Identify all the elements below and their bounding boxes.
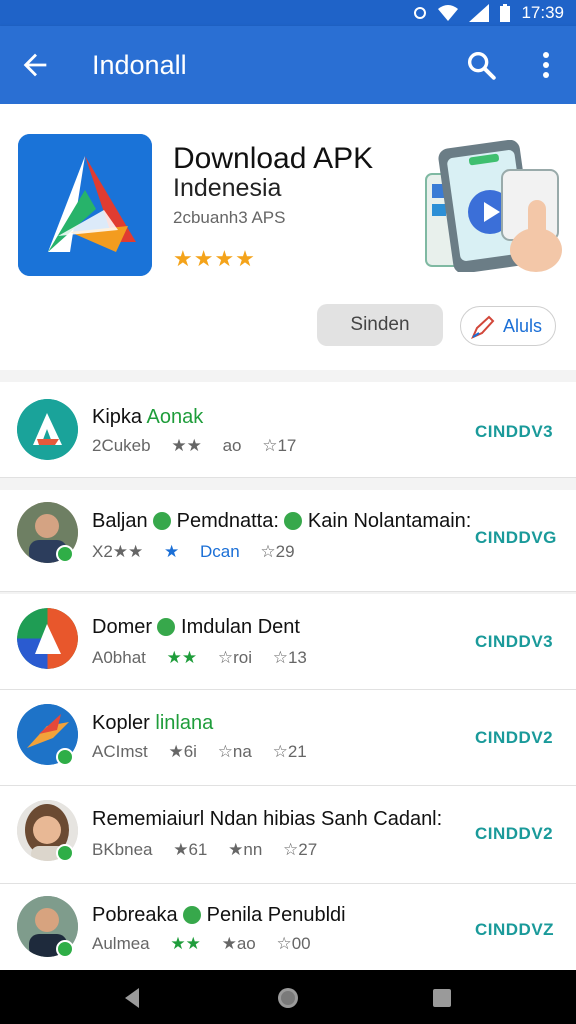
list-item-title-part: Rememiaiurl Ndan hibias Sanh Cadanl: <box>92 808 443 830</box>
list-item-meta-2: ★nn <box>228 840 263 859</box>
list-item-title-part: Pemdnatta: <box>176 510 279 532</box>
list-item-meta-3: ☆21 <box>272 742 307 761</box>
list-item-title-part: linlana <box>155 712 214 734</box>
list-item[interactable]: Domer Imdulan Dent A0bhat ★★ ☆roi ☆13 CIN… <box>0 594 576 690</box>
nav-back-icon[interactable] <box>121 986 145 1010</box>
list-item-meta-2: Dcan <box>200 542 240 561</box>
verified-icon <box>56 748 74 766</box>
install-button[interactable]: CINDDVZ <box>475 920 554 940</box>
install-button[interactable]: CINDDV2 <box>475 728 553 748</box>
featured-app-rating: ★★★★ <box>173 246 256 271</box>
featured-app-title: Download APK <box>173 142 374 175</box>
list-item-meta-3: ☆17 <box>262 436 297 455</box>
list-item[interactable]: Baljan Pemdnatta: Kain Nolantamain: X2★★ ★… <box>0 490 576 592</box>
list-item-meta-3: ☆13 <box>272 648 307 667</box>
install-button[interactable]: CINDDVG <box>475 528 557 548</box>
install-button[interactable]: CINDDV3 <box>475 422 553 442</box>
list-item-title-part: Baljan <box>92 510 148 532</box>
featured-app-subtitle: Indenesia <box>173 174 282 202</box>
list-item-meta-1: ★★ <box>171 436 202 455</box>
list-item[interactable]: Pobreaka Penila Penubldi Aulmea ★★ ★ao ☆0… <box>0 884 576 970</box>
list-item-meta-0: A0bhat <box>92 648 146 667</box>
list-item-meta-0: X2★★ <box>92 542 144 561</box>
list-item-meta-1: ★★ <box>170 934 201 953</box>
list-item-title-part: Aonak <box>146 406 204 428</box>
list-item-meta-1: ★★ <box>166 648 198 667</box>
nav-recents-icon[interactable] <box>430 986 454 1010</box>
verified-icon <box>56 940 74 958</box>
list-item-meta: 2Cukeb ★★ ao ☆17 <box>92 436 312 456</box>
list-item[interactable]: Kopler linlana ACImst ★6i ☆na ☆21 CINDDV… <box>0 690 576 786</box>
list-item-title-part: Kipka <box>92 406 143 428</box>
list-item-meta-0: 2Cukeb <box>92 436 151 455</box>
verified-icon <box>152 512 171 530</box>
list-item-meta-2: ☆roi <box>217 648 252 667</box>
list-item-title: Pobreaka Penila Penubldi <box>92 904 346 927</box>
list-item-meta: A0bhat ★★ ☆roi ☆13 <box>92 648 323 668</box>
secondary-button[interactable]: Aluls <box>460 306 556 346</box>
list-item-meta-2: ☆na <box>217 742 252 761</box>
list-item-meta: X2★★ ★ Dcan ☆29 <box>92 542 311 562</box>
list-item-title-part: Pobreaka <box>92 904 178 926</box>
list-item-title-part: Domer <box>92 616 153 638</box>
verified-icon <box>283 512 302 530</box>
list-item-meta-1: ★ <box>164 542 180 561</box>
list-item-title: Domer Imdulan Dent <box>92 616 300 639</box>
status-icons: 17:39 <box>413 3 564 23</box>
list-item-meta: ACImst ★6i ☆na ☆21 <box>92 742 323 762</box>
list-item-title: Kipka Aonak <box>92 406 203 429</box>
list-item-meta: BKbnea ★61 ★nn ☆27 <box>92 840 333 860</box>
list-item-meta: Aulmea ★★ ★ao ☆00 <box>92 934 327 954</box>
list-item[interactable]: Rememiaiurl Ndan hibias Sanh Cadanl: BKb… <box>0 786 576 884</box>
list-item-title: Baljan Pemdnatta: Kain Nolantamain: <box>92 510 471 533</box>
list-item-title-part: Penila Penubldi <box>206 904 346 926</box>
verified-icon <box>182 906 201 924</box>
list-item-meta-0: ACImst <box>92 742 148 761</box>
verified-icon <box>157 618 176 636</box>
featured-app-card: Download APK Indenesia 2cbuanh3 APS ★★★★… <box>0 104 576 370</box>
search-icon[interactable] <box>464 48 498 82</box>
back-arrow-icon[interactable] <box>18 48 52 82</box>
list-item-title: Kopler linlana <box>92 712 213 735</box>
verified-icon <box>56 844 74 862</box>
more-vert-icon[interactable] <box>534 48 558 82</box>
list-item-title: Rememiaiurl Ndan hibias Sanh Cadanl: <box>92 808 442 831</box>
status-time: 17:39 <box>521 3 564 22</box>
promo-image <box>424 139 564 274</box>
nav-home-icon[interactable] <box>276 986 300 1010</box>
app-bar-title: Indonall <box>92 50 187 80</box>
wifi-icon <box>438 5 459 21</box>
list-item-meta-3: ☆00 <box>276 934 311 953</box>
app-icon <box>17 608 78 669</box>
pen-icon <box>471 315 495 339</box>
signal-icon <box>469 4 490 22</box>
primary-button[interactable]: Sinden <box>317 304 443 346</box>
verified-icon <box>56 545 74 563</box>
battery-icon <box>500 4 511 22</box>
list-item-meta-1: ★61 <box>173 840 208 859</box>
list-item-meta-0: BKbnea <box>92 840 153 859</box>
install-button[interactable]: CINDDV2 <box>475 824 553 844</box>
featured-app-icon[interactable] <box>18 134 152 276</box>
list-item-title-part: Kopler <box>92 712 150 734</box>
featured-app-meta: 2cbuanh3 APS <box>173 208 286 227</box>
app-icon <box>17 399 78 460</box>
list-item-title-part: Kain Nolantamain: <box>307 510 472 532</box>
list-item-meta-2: ★ao <box>221 934 256 953</box>
list-item-title-part: Imdulan Dent <box>181 616 300 638</box>
secondary-button-label: Aluls <box>503 316 543 336</box>
list-item-meta-1: ★6i <box>168 742 197 761</box>
app-bar: Indonall <box>0 26 576 104</box>
list-item[interactable]: Kipka Aonak 2Cukeb ★★ ao ☆17 CINDDV3 <box>0 382 576 478</box>
status-bar: 17:39 <box>0 0 576 26</box>
sync-icon <box>414 7 427 19</box>
list-item-meta-3: ☆29 <box>260 542 295 561</box>
system-nav-bar <box>0 970 576 1024</box>
list-item-meta-3: ☆27 <box>283 840 318 859</box>
list-item-meta-2: ao <box>222 436 242 455</box>
list-item-meta-0: Aulmea <box>92 934 150 953</box>
install-button[interactable]: CINDDV3 <box>475 632 553 652</box>
